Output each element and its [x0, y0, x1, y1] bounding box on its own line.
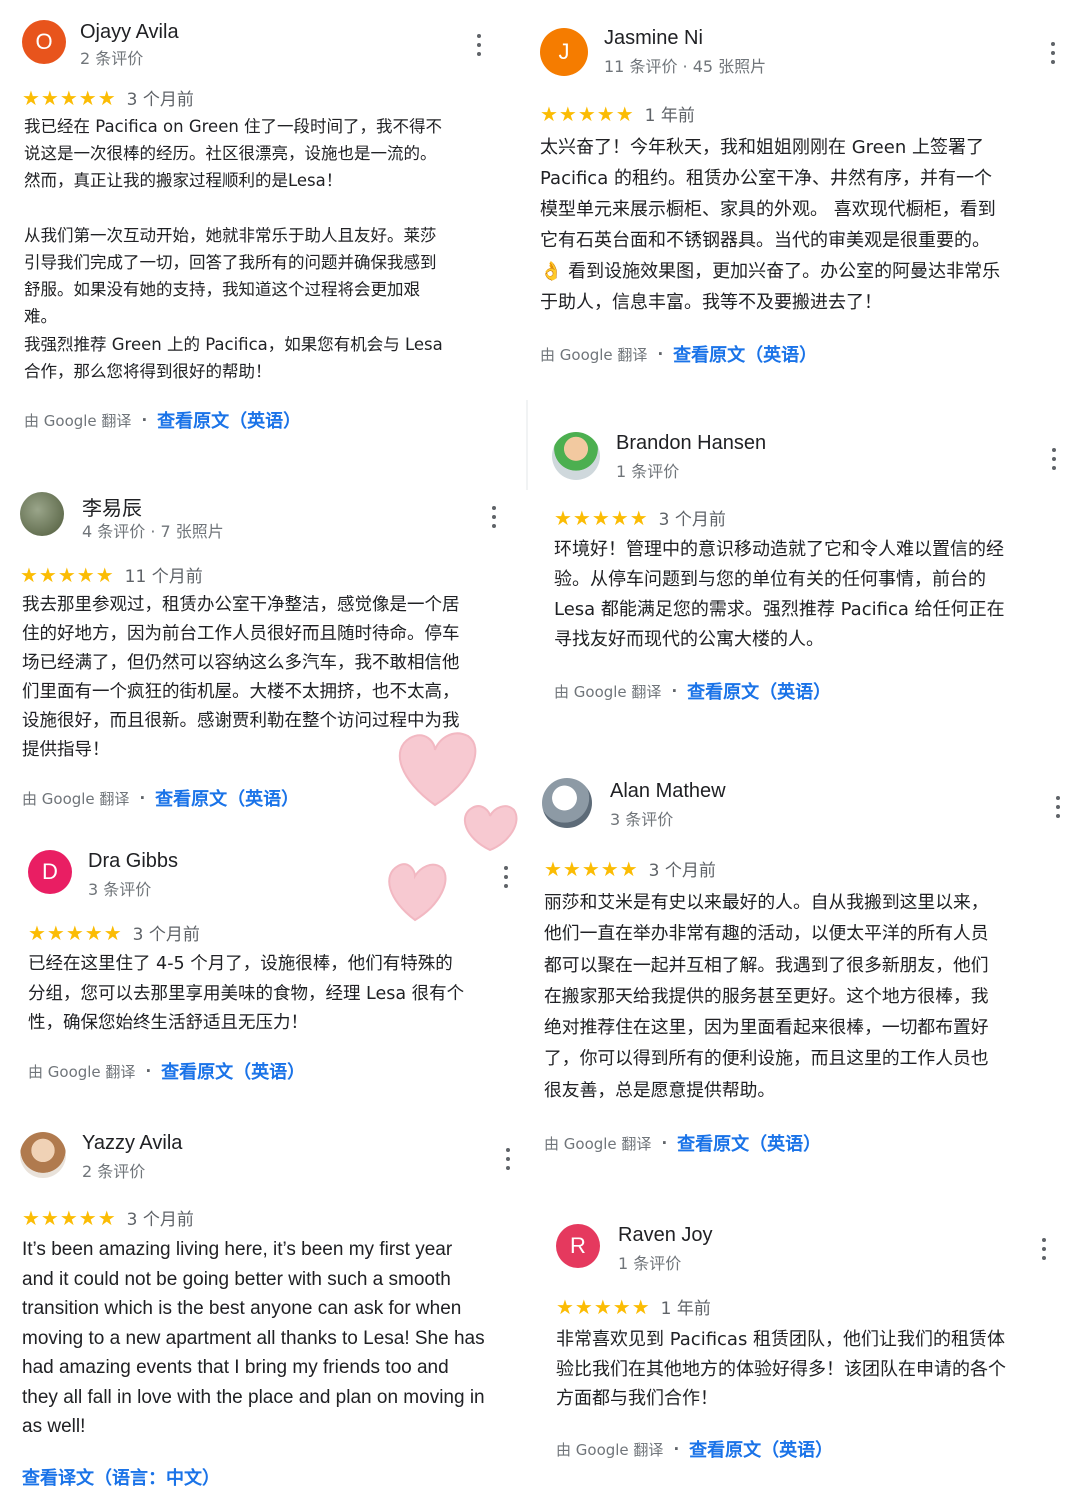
reviewer-meta: 2 条评价 [80, 49, 144, 68]
reviewer-meta: 4 条评价 · 7 张照片 [82, 522, 224, 541]
review-card: O Ojayy Avila 2 条评价 ★★★★★ 3 个月前 我已经在 Pac… [0, 0, 520, 450]
review-time: 3 个月前 [126, 1210, 194, 1230]
reviewer-name[interactable]: Raven Joy [618, 1224, 713, 1247]
reviewer-name[interactable]: Ojayy Avila [80, 21, 179, 44]
translated-by-label: 由 Google 翻译 [544, 1134, 652, 1153]
avatar[interactable]: O [22, 20, 66, 64]
translation-row: 由 Google 翻译 · 查看原文（英语） [28, 1058, 305, 1084]
review-text: 非常喜欢见到 Pacificas 租赁团队，他们让我们的租赁体 验比我们在其他地… [556, 1329, 1006, 1409]
more-vert-icon[interactable] [476, 34, 482, 56]
translated-by-label: 由 Google 翻译 [554, 682, 662, 701]
review-time: 3 个月前 [658, 510, 726, 530]
more-vert-icon[interactable] [1050, 42, 1056, 64]
review-time: 3 个月前 [132, 925, 200, 945]
view-original-link[interactable]: 查看原文（英语） [677, 1130, 821, 1156]
more-vert-icon[interactable] [505, 1148, 511, 1170]
rating-row: ★★★★★ 1 年前 [540, 101, 695, 127]
review-text: 我已经在 Pacifica on Green 住了一段时间了，我不得不 说这是一… [24, 117, 443, 381]
review-card: Alan Mathew 3 条评价 ★★★★★ 3 个月前 丽莎和艾米是有史以来… [530, 760, 1080, 1170]
review-text: 环境好！管理中的意识移动造就了它和令人难以置信的经 验。从停车问题到与您的单位有… [554, 539, 1005, 650]
review-text: 丽莎和艾米是有史以来最好的人。自从我搬到这里以来， 他们一直在举办非常有趣的活动… [544, 892, 989, 1101]
avatar[interactable]: R [556, 1224, 600, 1268]
translation-row: 由 Google 翻译 · 查看原文（英语） [544, 1130, 821, 1156]
review-text: It’s been amazing living here, it’s been… [22, 1239, 485, 1437]
translated-by-label: 由 Google 翻译 [22, 789, 130, 808]
rating-row: ★★★★★ 3 个月前 [554, 505, 726, 531]
translation-row: 由 Google 翻译 · 查看原文（英语） [540, 341, 817, 367]
heart-decoration [388, 732, 518, 922]
avatar[interactable] [20, 1132, 66, 1178]
reviewer-meta: 1 条评价 [616, 462, 680, 481]
star-icon: ★★★★★ [556, 1294, 651, 1319]
translation-row: 由 Google 翻译 · 查看原文（英语） [554, 678, 831, 704]
view-original-link[interactable]: 查看原文（英语） [155, 785, 299, 811]
review-time: 3 个月前 [126, 90, 194, 110]
more-vert-icon[interactable] [491, 506, 497, 528]
more-vert-icon[interactable] [1055, 796, 1061, 818]
view-translation-link[interactable]: 查看译文（语言：中文） [22, 1464, 220, 1490]
rating-row: ★★★★★ 3 个月前 [22, 1205, 194, 1231]
translated-by-label: 由 Google 翻译 [540, 345, 648, 364]
star-icon: ★★★★★ [22, 85, 117, 110]
rating-row: ★★★★★ 3 个月前 [28, 920, 200, 946]
avatar[interactable]: D [28, 850, 72, 894]
review-card: Brandon Hansen 1 条评价 ★★★★★ 3 个月前 环境好！管理中… [530, 410, 1080, 730]
reviewer-name[interactable]: Dra Gibbs [88, 850, 178, 873]
avatar[interactable] [552, 432, 600, 480]
avatar[interactable]: J [540, 28, 588, 76]
translation-row: 由 Google 翻译 · 查看原文（英语） [22, 785, 299, 811]
avatar[interactable] [20, 492, 64, 536]
translated-by-label: 由 Google 翻译 [24, 411, 132, 430]
reviewer-meta: 2 条评价 [82, 1162, 146, 1181]
rating-row: ★★★★★ 1 年前 [556, 1294, 711, 1320]
rating-row: ★★★★★ 11 个月前 [20, 562, 203, 588]
review-text: 太兴奋了！今年秋天，我和姐姐刚刚在 Green 上签署了 Pacifica 的租… [540, 137, 1001, 313]
review-text: 已经在这里住了 4-5 个月了，设施很棒，他们有特殊的 分组，您可以去那里享用美… [28, 954, 465, 1033]
view-original-link[interactable]: 查看原文（英语） [689, 1436, 833, 1462]
view-original-link[interactable]: 查看原文（英语） [161, 1058, 305, 1084]
star-icon: ★★★★★ [544, 856, 639, 881]
review-card: J Jasmine Ni 11 条评价 · 45 张照片 ★★★★★ 1 年前 … [530, 0, 1080, 400]
reviewer-meta: 3 条评价 [88, 880, 152, 899]
view-original-link[interactable]: 查看原文（英语） [673, 341, 817, 367]
more-vert-icon[interactable] [1051, 448, 1057, 470]
column-divider [526, 400, 528, 490]
translation-row: 由 Google 翻译 · 查看原文（英语） [556, 1436, 833, 1462]
star-icon: ★★★★★ [554, 505, 649, 530]
review-time: 11 个月前 [124, 567, 203, 587]
heart-icon [398, 732, 477, 807]
view-original-link[interactable]: 查看原文（英语） [687, 678, 831, 704]
translation-row: 由 Google 翻译 · 查看原文（英语） [24, 407, 301, 433]
star-icon: ★★★★★ [20, 562, 115, 587]
reviewer-name[interactable]: Jasmine Ni [604, 27, 703, 50]
review-time: 1 年前 [644, 106, 695, 126]
translated-by-label: 由 Google 翻译 [556, 1440, 664, 1459]
review-time: 3 个月前 [648, 861, 716, 881]
view-original-link[interactable]: 查看原文（英语） [157, 407, 301, 433]
review-card: R Raven Joy 1 条评价 ★★★★★ 1 年前 非常喜欢见到 Paci… [530, 1200, 1080, 1512]
rating-row: ★★★★★ 3 个月前 [544, 856, 716, 882]
reviewer-meta: 11 条评价 · 45 张照片 [604, 57, 767, 76]
rating-row: ★★★★★ 3 个月前 [22, 85, 194, 111]
reviewer-meta: 1 条评价 [618, 1254, 682, 1273]
review-card: Yazzy Avila 2 条评价 ★★★★★ 3 个月前 It’s been … [0, 1110, 530, 1512]
reviewer-name[interactable]: Brandon Hansen [616, 432, 766, 455]
reviewer-name[interactable]: Alan Mathew [610, 780, 726, 803]
heart-icon [463, 805, 518, 852]
star-icon: ★★★★★ [540, 101, 635, 126]
more-vert-icon[interactable] [1041, 1238, 1047, 1260]
star-icon: ★★★★★ [28, 920, 123, 945]
reviewer-name[interactable]: Yazzy Avila [82, 1132, 182, 1155]
avatar[interactable] [542, 778, 592, 828]
heart-icon [388, 863, 447, 922]
review-time: 1 年前 [660, 1299, 711, 1319]
reviewer-meta: 3 条评价 [610, 810, 674, 829]
reviewer-name[interactable]: 李易辰 [82, 492, 142, 521]
star-icon: ★★★★★ [22, 1205, 117, 1230]
translated-by-label: 由 Google 翻译 [28, 1062, 136, 1081]
